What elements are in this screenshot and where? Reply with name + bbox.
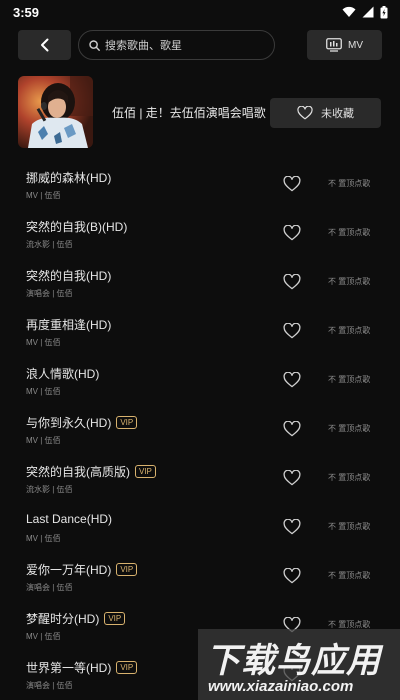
song-title-text: 浪人情歌(HD) [26, 367, 100, 381]
vip-badge: VIP [116, 563, 138, 576]
mv-label: MV [348, 39, 363, 51]
signal-icon [362, 6, 374, 18]
search-placeholder: 搜索歌曲、歌星 [105, 40, 182, 52]
pin-song-button[interactable]: 不 置顶点歌 [328, 521, 370, 532]
heart-icon[interactable] [283, 470, 301, 486]
song-title: 浪人情歌(HD) [26, 365, 99, 382]
battery-icon [380, 5, 388, 18]
song-title: 世界第一等(HD) VIP [26, 659, 138, 676]
song-row[interactable]: 挪威的森林(HD) MV | 伍佰 不 置顶点歌 [0, 160, 400, 209]
song-row[interactable]: 与你到永久(HD) VIP MV | 伍佰 不 置顶点歌 [0, 405, 400, 454]
song-title: 爱你一万年(HD) VIP [26, 561, 138, 578]
pin-song-button[interactable]: 不 置顶点歌 [328, 472, 370, 483]
favorite-button[interactable]: 未收藏 [270, 98, 381, 128]
status-bar: 3:59 [0, 0, 400, 24]
pin-song-button[interactable]: 不 置顶点歌 [328, 227, 370, 238]
heart-icon[interactable] [283, 176, 301, 192]
favorite-label: 未收藏 [321, 108, 354, 120]
pin-song-button[interactable]: 不 置顶点歌 [328, 423, 370, 434]
album-cover [18, 76, 93, 148]
heart-icon[interactable] [283, 568, 301, 584]
vip-badge: VIP [104, 612, 126, 625]
song-title: 挪威的森林(HD) [26, 169, 111, 186]
song-title-text: 爱你一万年(HD) [26, 563, 112, 577]
song-meta: 演唱会 | 伍佰 [26, 289, 73, 298]
song-list: 挪威的森林(HD) MV | 伍佰不 置顶点歌 突然的自我(B)(HD) 流水影 | … [0, 160, 400, 699]
song-meta: 演唱会 | 伍佰 [26, 583, 73, 592]
song-meta: 流水影 | 伍佰 [26, 485, 73, 494]
song-title-text: 与你到永久(HD) [26, 416, 112, 430]
search-icon [89, 39, 100, 51]
vip-badge: VIP [116, 661, 138, 674]
album-header: 伍佰 | 走！去伍佰演唱会唱歌 未收藏 [0, 76, 400, 150]
song-row[interactable]: 突然的自我(HD) 演唱会 | 伍佰 不 置顶点歌 [0, 258, 400, 307]
song-meta: MV | 伍佰 [26, 338, 61, 347]
song-row[interactable]: Last Dance(HD) MV | 伍佰 不 置顶点歌 [0, 503, 400, 552]
search-input[interactable]: 搜索歌曲、歌星 [78, 30, 275, 60]
top-bar: 搜索歌曲、歌星 MV [0, 30, 400, 60]
pin-song-button[interactable]: 不 置顶点歌 [328, 276, 370, 287]
heart-icon[interactable] [283, 274, 301, 290]
mv-button[interactable]: MV [307, 30, 382, 60]
song-title-text: 挪威的森林(HD) [26, 171, 112, 185]
pin-song-button[interactable]: 不 置顶点歌 [328, 570, 370, 581]
song-title: 梦醒时分(HD) VIP [26, 610, 126, 627]
watermark-logo: 下载鸟应用 [206, 641, 381, 681]
pin-song-button[interactable]: 不 置顶点歌 [328, 374, 370, 385]
status-icons [342, 5, 388, 19]
song-title-text: 再度重相逢(HD) [26, 318, 112, 332]
chevron-left-icon [40, 38, 48, 52]
back-button[interactable] [18, 30, 71, 60]
song-title: 突然的自我(HD) [26, 267, 111, 284]
song-meta: MV | 伍佰 [26, 436, 61, 445]
mv-icon [326, 38, 342, 52]
song-meta: 流水影 | 伍佰 [26, 240, 73, 249]
song-title-text: 突然的自我(HD) [26, 269, 112, 283]
song-row[interactable]: 浪人情歌(HD) MV | 伍佰 不 置顶点歌 [0, 356, 400, 405]
song-meta: 演唱会 | 伍佰 [26, 681, 73, 690]
pin-song-button[interactable]: 不 置顶点歌 [328, 325, 370, 336]
song-title: 突然的自我(B)(HD) [26, 218, 127, 235]
wifi-icon [342, 6, 356, 17]
heart-icon[interactable] [283, 225, 301, 241]
watermark-url: www.xiazainiao.com [208, 678, 354, 695]
watermark: 下载鸟应用 www.xiazainiao.com [198, 629, 400, 700]
status-time: 3:59 [13, 4, 40, 20]
song-row[interactable]: 突然的自我(B)(HD) 流水影 | 伍佰 不 置顶点歌 [0, 209, 400, 258]
song-title-text: 梦醒时分(HD) [26, 612, 100, 626]
song-title: 突然的自我(高质版) VIP [26, 463, 156, 480]
song-title-text: 突然的自我(B)(HD) [26, 220, 128, 234]
song-row[interactable]: 再度重相逢(HD) MV | 伍佰 不 置顶点歌 [0, 307, 400, 356]
vip-badge: VIP [135, 465, 156, 478]
pin-song-button[interactable]: 不 置顶点歌 [328, 178, 370, 189]
album-title: 伍佰 | 走！去伍佰演唱会唱歌 [112, 106, 266, 120]
song-title-text: 世界第一等(HD) [26, 661, 112, 675]
song-title-text: Last Dance(HD) [26, 512, 113, 526]
heart-icon[interactable] [283, 421, 301, 437]
song-meta: MV | 伍佰 [26, 191, 61, 200]
song-row[interactable]: 突然的自我(高质版) VIP 流水影 | 伍佰 不 置顶点歌 [0, 454, 400, 503]
song-title: Last Dance(HD) [26, 512, 112, 526]
song-title-text: 突然的自我(高质版) [26, 465, 130, 479]
song-meta: MV | 伍佰 [26, 387, 61, 396]
song-title: 再度重相逢(HD) [26, 316, 111, 333]
song-meta: MV | 伍佰 [26, 632, 61, 641]
heart-icon[interactable] [283, 519, 301, 535]
song-title: 与你到永久(HD) VIP [26, 414, 138, 431]
song-meta: MV | 伍佰 [26, 534, 61, 543]
vip-badge: VIP [116, 416, 138, 429]
song-row[interactable]: 爱你一万年(HD) VIP 演唱会 | 伍佰 不 置顶点歌 [0, 552, 400, 601]
heart-icon[interactable] [283, 323, 301, 339]
heart-icon[interactable] [283, 372, 301, 388]
heart-icon [297, 106, 313, 120]
